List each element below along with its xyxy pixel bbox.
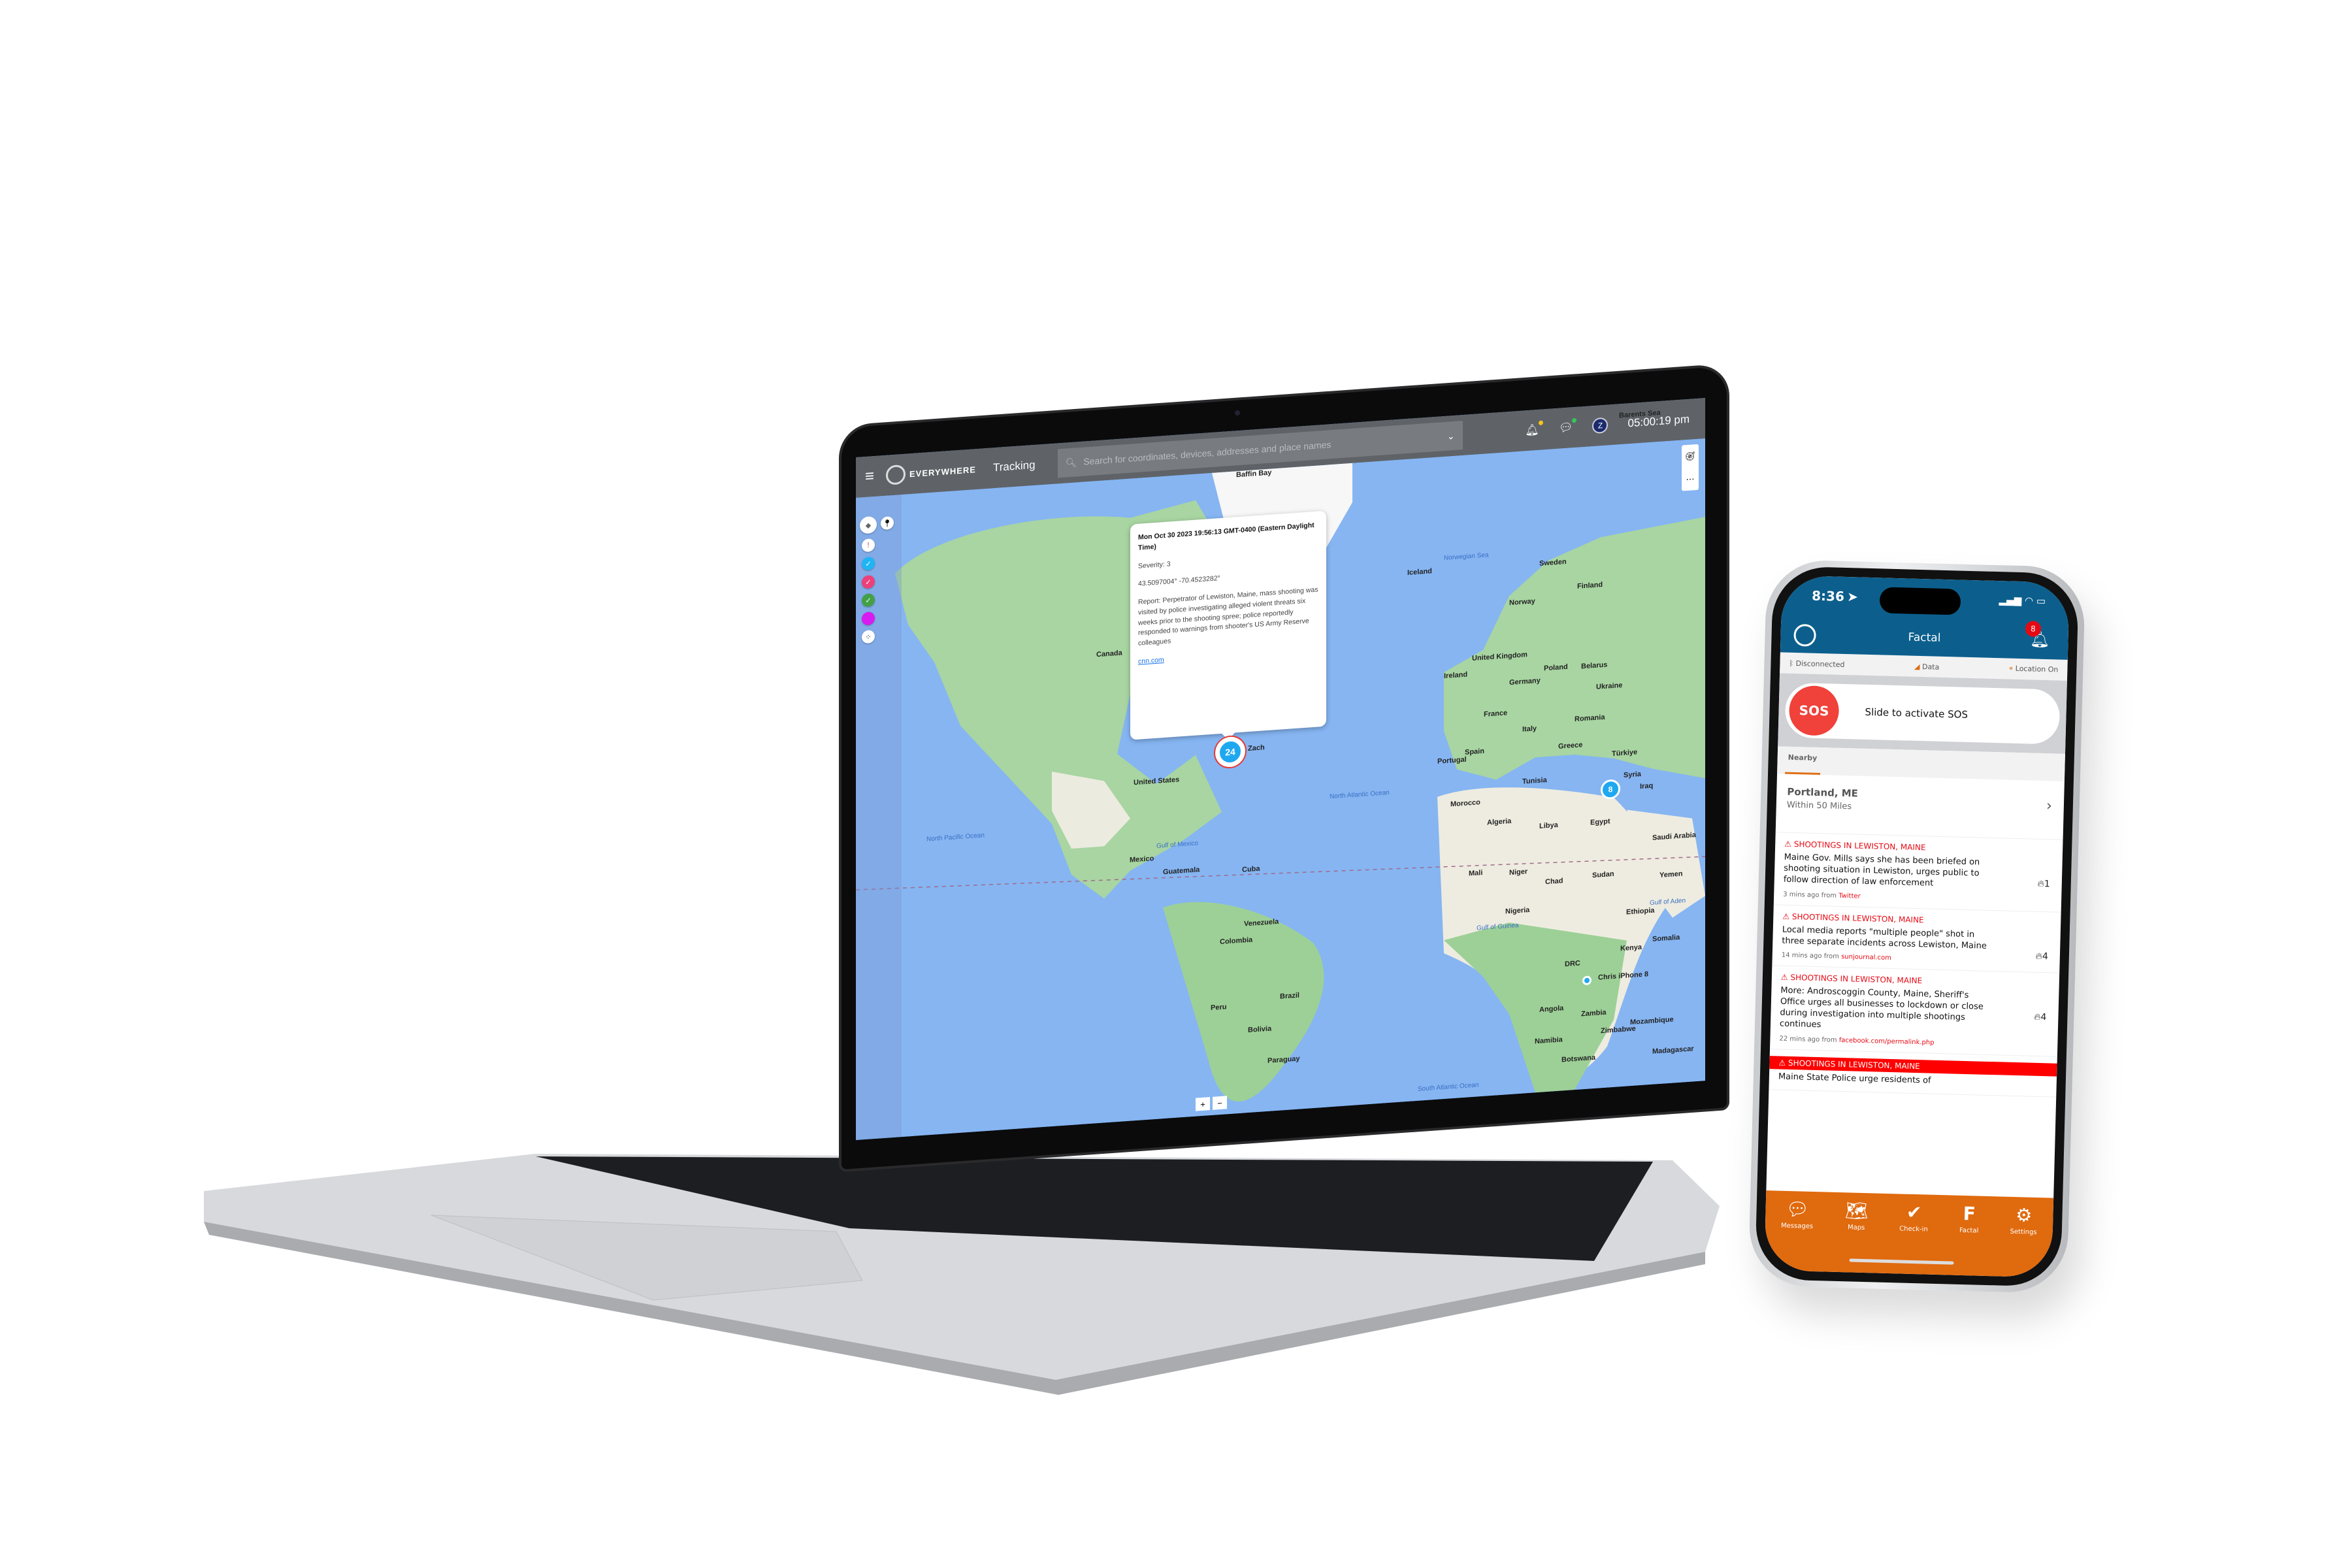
dynamic-island <box>1879 587 1961 615</box>
device-label[interactable]: Zach <box>1248 743 1265 753</box>
brand-logo[interactable]: EVERYWHERE <box>886 459 976 485</box>
zoom-controls: + − <box>1196 1096 1227 1111</box>
item-text: Maine State Police urge residents of <box>1778 1071 1931 1086</box>
sos-slider[interactable]: SOS Slide to activate SOS <box>1784 682 2061 745</box>
webcam <box>1235 410 1240 416</box>
more-icon[interactable]: ⋯ <box>1686 474 1695 485</box>
map-tools: 🧭︎ ⋯ <box>1682 444 1699 491</box>
phone: 8:36 ➤ ▂▄▆ ◠ ▭ Factal 🔔︎ 8 ᛒ Disconnecte… <box>1748 559 2086 1294</box>
flame-icon: 🔥︎ <box>2035 951 2043 962</box>
nav-settings[interactable]: ⚙︎ Settings <box>2009 1204 2038 1277</box>
alert-icon[interactable]: ! <box>862 538 875 553</box>
check-circle-icon: ✔︎ <box>1906 1201 1922 1224</box>
map-label: Kenya <box>1620 943 1642 953</box>
map-label: Yemen <box>1659 870 1683 879</box>
sos-button[interactable]: SOS <box>1788 685 1840 736</box>
item-source-link[interactable]: Twitter <box>1838 892 1861 900</box>
chevron-down-icon[interactable]: ⌄ <box>1447 430 1455 442</box>
bluetooth-status: ᛒ Disconnected <box>1789 659 1845 669</box>
news-item[interactable]: ⚠ SHOOTINGS IN LEWISTON, MAINE Maine Stat… <box>1769 1049 2057 1098</box>
nav-messages[interactable]: 💬︎ Messages <box>1780 1198 1814 1271</box>
item-meta: 22 mins ago from facebook.com/permalink.… <box>1779 1035 1935 1047</box>
popup-source-link[interactable]: cnn.com <box>1138 656 1164 666</box>
cluster-icon[interactable]: ⁘ <box>862 629 875 644</box>
phone-screen: 8:36 ➤ ▂▄▆ ◠ ▭ Factal 🔔︎ 8 ᛒ Disconnecte… <box>1764 575 2070 1278</box>
nav-factal[interactable]: F Factal <box>1958 1203 1979 1276</box>
check-pink-icon[interactable]: ✓ <box>862 574 875 589</box>
chevron-right-icon: › <box>2046 798 2053 815</box>
map-label: DRC <box>1565 959 1580 969</box>
item-count: 🔥︎4 <box>2035 951 2049 962</box>
sos-hint: Slide to activate SOS <box>1865 706 1968 721</box>
magenta-dot-icon[interactable] <box>862 611 875 626</box>
map-label: Iraq <box>1640 781 1654 791</box>
map-label: Bolivia <box>1248 1024 1272 1035</box>
globe-logo-icon <box>886 464 906 485</box>
item-meta: 3 mins ago from Twitter <box>1783 890 1861 900</box>
world-map[interactable]: ◆ ! ✓ ✓ ✓ ⁘ 📍︎ Baffin Bay Barents Sea Cana… <box>856 409 1705 1140</box>
item-source-link[interactable]: sunjournal.com <box>1841 953 1891 962</box>
phone-header: 8:36 ➤ ▂▄▆ ◠ ▭ Factal 🔔︎ 8 <box>1780 575 2070 660</box>
map-label: Egypt <box>1590 817 1610 827</box>
map-label: Spain <box>1465 747 1484 757</box>
item-count: 🔥︎4 <box>2034 1012 2047 1023</box>
map-label: Chad <box>1545 877 1563 887</box>
zoom-in-button[interactable]: + <box>1196 1097 1210 1111</box>
compass-icon[interactable]: 🧭︎ <box>1685 451 1696 462</box>
map-label: Italy <box>1522 725 1537 734</box>
messages-icon[interactable]: 💬︎ <box>1559 417 1577 435</box>
map-label: France <box>1484 709 1508 719</box>
map-label: Peru <box>1211 1003 1227 1013</box>
location-arrow-icon: ➤ <box>1846 589 1859 605</box>
map-label: Niger <box>1509 868 1528 877</box>
map-layer-rail: ◆ ! ✓ ✓ ✓ ⁘ <box>860 515 877 644</box>
hamburger-menu-icon[interactable]: ≡ <box>865 466 879 486</box>
signal-wifi-battery-icon: ▂▄▆ ◠ ▭ <box>1999 594 2046 607</box>
map-label: Syria <box>1624 770 1641 779</box>
location-status: ⌖ Location On <box>2008 664 2059 674</box>
check-blue-icon[interactable]: ✓ <box>862 556 875 571</box>
map-label: Ireland <box>1444 670 1468 681</box>
location-row[interactable]: Portland, ME Within 50 Miles › <box>1775 774 2065 840</box>
bluetooth-icon: ᛒ <box>1789 659 1796 668</box>
popup-report: Report: Perpetrator of Lewiston, Maine, … <box>1138 585 1318 647</box>
factal-icon: F <box>1963 1203 1976 1225</box>
map-label: Poland <box>1544 662 1568 673</box>
flame-icon: 🔥︎ <box>2037 878 2045 890</box>
news-item[interactable]: ⚠ SHOOTINGS IN LEWISTON, MAINE Local medi… <box>1772 904 2061 974</box>
gear-icon: ⚙︎ <box>2015 1204 2033 1226</box>
layers-icon[interactable]: ◆ <box>860 515 877 534</box>
item-source-link[interactable]: facebook.com/permalink.php <box>1839 1037 1935 1047</box>
item-text: Maine Gov. Mills says she has been brief… <box>1783 852 1980 889</box>
status-time: 8:36 <box>1811 587 1845 604</box>
news-item[interactable]: ⚠ SHOOTINGS IN LEWISTON, MAINE Maine Gov.… <box>1773 832 2063 913</box>
event-popup: Mon Oct 30 2023 19:56:13 GMT-0400 (Easte… <box>1130 510 1326 740</box>
item-meta: 14 mins ago from sunjournal.com <box>1781 952 1892 962</box>
zoom-out-button[interactable]: − <box>1213 1096 1227 1110</box>
search-placeholder: Search for coordinates, devices, address… <box>1083 439 1331 467</box>
map-icon: 🗺︎ <box>1844 1200 1869 1222</box>
flame-icon: 🔥︎ <box>2034 1012 2041 1023</box>
nav-tracking[interactable]: Tracking <box>993 459 1036 475</box>
avatar[interactable]: Z <box>1592 417 1609 434</box>
popup-datetime: Mon Oct 30 2023 19:56:13 GMT-0400 (Easte… <box>1138 521 1315 552</box>
bottom-nav: 💬︎ Messages 🗺︎ Maps ✔︎ Check-in F Factal ⚙︎ S… <box>1764 1190 2054 1278</box>
notifications-bell-icon[interactable]: 🔔︎ <box>1525 420 1543 438</box>
search-icon: 🔍︎ <box>1065 456 1077 468</box>
laptop-screen: ≡ EVERYWHERE Tracking 🔍︎ Search for coor… <box>856 398 1705 1140</box>
map-label: Brazil <box>1280 991 1299 1001</box>
map-label: Mali <box>1469 868 1483 878</box>
news-item[interactable]: ⚠ SHOOTINGS IN LEWISTON, MAINE More: Andr… <box>1769 966 2060 1057</box>
data-status: ◢ Data <box>1914 662 1940 672</box>
messages-icon: 💬︎ <box>1786 1198 1810 1220</box>
check-green-icon[interactable]: ✓ <box>862 593 875 608</box>
item-text: Local media reports "multiple people" sh… <box>1782 924 1987 951</box>
item-count: 🔥︎1 <box>2037 878 2050 890</box>
map-label: Cuba <box>1242 864 1260 874</box>
item-text: More: Androscoggin County, Maine, Sherif… <box>1779 986 1984 1030</box>
map-label: Sudan <box>1592 870 1614 880</box>
map-label: Libya <box>1539 821 1558 830</box>
signal-triangle-icon: ◢ <box>1914 662 1923 671</box>
